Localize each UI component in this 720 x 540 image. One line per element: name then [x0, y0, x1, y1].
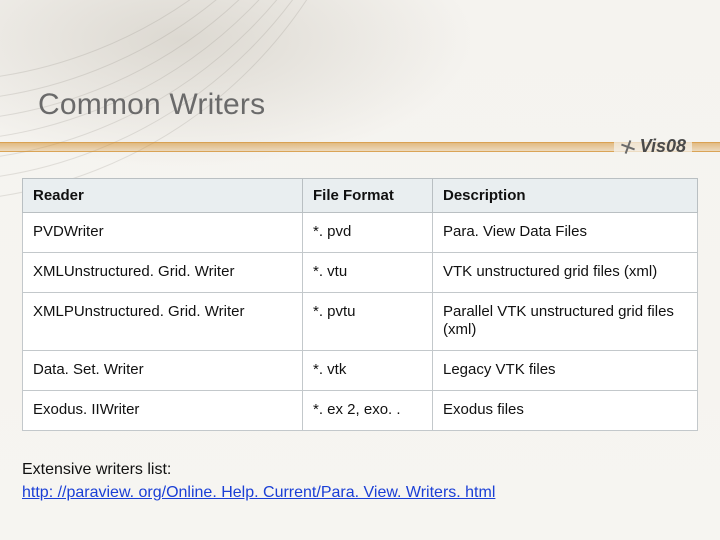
content-area: Reader File Format Description PVDWriter… [22, 178, 698, 431]
slide: Common Writers Vis08 Reader File Format … [0, 0, 720, 540]
table-row: Data. Set. Writer *. vtk Legacy VTK file… [23, 351, 698, 391]
cell-format: *. vtk [303, 351, 433, 391]
cell-format: *. pvtu [303, 292, 433, 351]
cell-reader: XMLUnstructured. Grid. Writer [23, 252, 303, 292]
cell-reader: PVDWriter [23, 213, 303, 253]
logo-text: Vis08 [640, 136, 686, 157]
cell-desc: Exodus files [433, 390, 698, 430]
page-title: Common Writers [38, 88, 265, 122]
cell-desc: Parallel VTK unstructured grid files (xm… [433, 292, 698, 351]
footnote-label: Extensive writers list: [22, 461, 171, 478]
cell-desc: Legacy VTK files [433, 351, 698, 391]
cell-desc: Para. View Data Files [433, 213, 698, 253]
logo: Vis08 [614, 134, 692, 159]
col-header-desc: Description [433, 179, 698, 213]
table-row: XMLUnstructured. Grid. Writer *. vtu VTK… [23, 252, 698, 292]
divider-band [0, 142, 720, 156]
cell-desc: VTK unstructured grid files (xml) [433, 252, 698, 292]
table-row: Exodus. IIWriter *. ex 2, exo. . Exodus … [23, 390, 698, 430]
table-row: PVDWriter *. pvd Para. View Data Files [23, 213, 698, 253]
logo-spark-icon [620, 139, 636, 155]
cell-reader: Exodus. IIWriter [23, 390, 303, 430]
col-header-format: File Format [303, 179, 433, 213]
cell-format: *. pvd [303, 213, 433, 253]
cell-reader: Data. Set. Writer [23, 351, 303, 391]
cell-format: *. vtu [303, 252, 433, 292]
col-header-reader: Reader [23, 179, 303, 213]
table-row: XMLPUnstructured. Grid. Writer *. pvtu P… [23, 292, 698, 351]
table-header-row: Reader File Format Description [23, 179, 698, 213]
cell-format: *. ex 2, exo. . [303, 390, 433, 430]
footnote-link[interactable]: http: //paraview. org/Online. Help. Curr… [22, 484, 495, 501]
footnote: Extensive writers list: http: //paraview… [22, 458, 495, 504]
cell-reader: XMLPUnstructured. Grid. Writer [23, 292, 303, 351]
writers-table: Reader File Format Description PVDWriter… [22, 178, 698, 431]
